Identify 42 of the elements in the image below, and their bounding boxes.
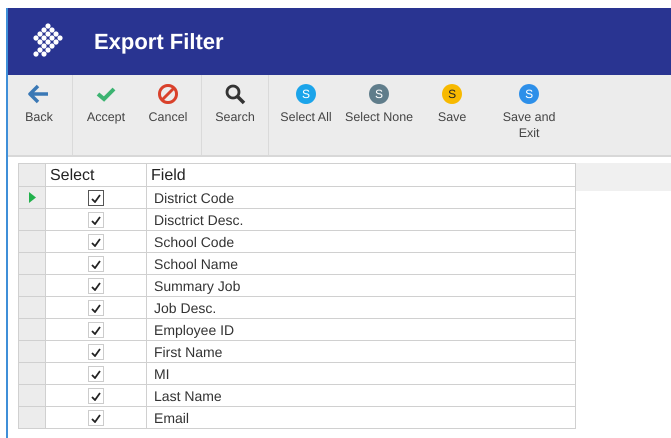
table-cell: School Code: [146, 230, 576, 252]
search-icon: [224, 83, 246, 105]
checkmark-icon: [91, 392, 101, 401]
column-header[interactable]: Field: [146, 164, 576, 186]
back-button[interactable]: Back: [8, 75, 70, 155]
table-cell: Job Desc.: [146, 296, 576, 318]
table-cell: Email: [146, 406, 576, 428]
prohibited-icon: [157, 83, 179, 105]
toolbar-button[interactable]: S Select All: [271, 75, 341, 155]
circle-letter-icon: S: [442, 84, 462, 104]
checkmark-icon: [91, 414, 101, 423]
table-cell: Employee ID: [146, 318, 576, 340]
current-row-icon: [28, 192, 36, 202]
circle-letter-icon: S: [519, 84, 540, 104]
table-cell: MI: [146, 362, 576, 384]
circle-letter-icon: S: [296, 84, 316, 104]
checkmark-icon: [91, 326, 101, 335]
checkmark-icon: [91, 238, 101, 247]
table-cell: Disctrict Desc.: [146, 208, 576, 230]
column-header[interactable]: Select: [46, 164, 146, 186]
toolbar-button[interactable]: S Select None: [341, 75, 418, 155]
table-cell: Last Name: [146, 384, 576, 406]
cancel-button[interactable]: Cancel: [137, 75, 199, 155]
table-cell: First Name: [146, 340, 576, 362]
circle-letter-icon: S: [369, 84, 390, 104]
back-arrow-icon: [28, 83, 50, 105]
checkmark-icon: [91, 282, 101, 291]
checkmark-icon: [91, 194, 101, 203]
checkmark-icon: [91, 370, 101, 379]
accept-button[interactable]: Accept: [75, 75, 137, 155]
window-title: Export Filter: [94, 28, 224, 54]
search-button[interactable]: Search: [204, 75, 266, 155]
table-cell: School Name: [146, 252, 576, 274]
table-cell: District Code: [146, 186, 576, 208]
checkmark-icon: [91, 260, 101, 269]
table-cell: Summary Job: [146, 274, 576, 296]
checkbox[interactable]: [88, 190, 104, 206]
checkmark-icon: [91, 348, 101, 357]
toolbar-button[interactable]: S Save and Exit: [487, 75, 572, 155]
checkmark-icon: [91, 304, 101, 313]
checkmark-icon: [91, 216, 101, 225]
toolbar-button[interactable]: S Save: [417, 75, 488, 155]
